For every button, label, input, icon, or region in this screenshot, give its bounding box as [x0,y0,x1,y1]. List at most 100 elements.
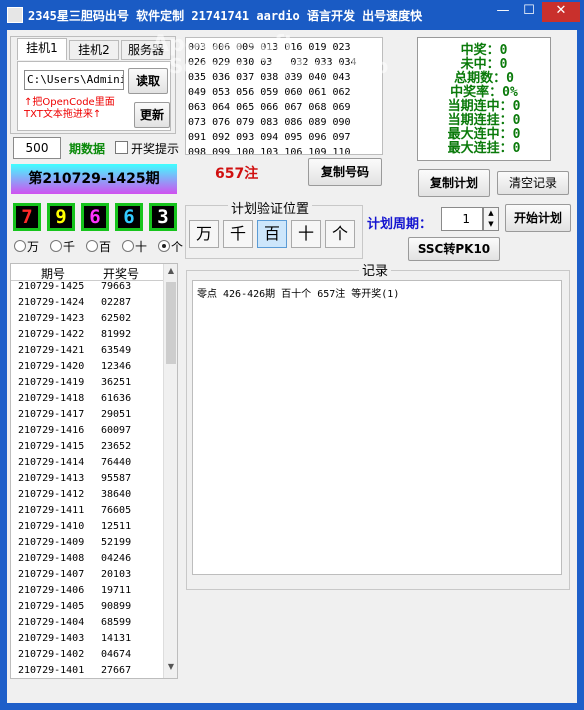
number-line: 049 053 056 059 060 061 062 [188,87,351,98]
read-button[interactable]: 读取 [128,68,168,94]
cycle-spinner[interactable]: ▲ ▼ [483,207,499,231]
history-row[interactable]: 210729-1416 60097 [11,425,161,441]
plan-position-button[interactable]: 十 [291,220,321,248]
history-row[interactable]: 210729-1410 12511 [11,521,161,537]
history-scrollbar[interactable]: ▲ ▼ [163,264,177,678]
history-number: 14131 [101,633,132,644]
number-line: 035 036 037 038 039 040 043 [188,72,351,83]
radio-label: 千 [63,240,76,254]
tab-server[interactable]: 服务器 [121,40,171,60]
maximize-button[interactable]: ☐ [516,2,542,22]
plan-position-button[interactable]: 百 [257,220,287,248]
history-row[interactable]: 210729-1419 36251 [11,377,161,393]
scroll-down-icon[interactable]: ▼ [165,662,177,674]
count-label: 657注 [215,166,259,182]
history-row[interactable]: 210729-1414 76440 [11,457,161,473]
scroll-up-icon[interactable]: ▲ [165,266,177,278]
history-row[interactable]: 210729-1403 14131 [11,633,161,649]
history-period: 210729-1414 [18,457,85,468]
history-row[interactable]: 210729-1413 95587 [11,473,161,489]
position-radio[interactable]: 百 [86,238,111,255]
draw-ball: 6 [81,203,109,231]
log-text: 零点 426-426期 百十个 657注 等开奖(1) [197,289,400,300]
number-line: 063 064 065 066 067 068 069 [188,102,351,113]
history-period: 210729-1403 [18,633,85,644]
cycle-input[interactable]: 1 [441,207,483,231]
radio-dot-icon [122,240,134,252]
radio-dot-icon [14,240,26,252]
number-line: 073 076 079 083 086 089 090 [188,117,351,128]
history-period: 210729-1424 [18,297,85,308]
path-input[interactable]: C:\Users\Adminis [24,70,124,90]
history-row[interactable]: 210729-1406 19711 [11,585,161,601]
history-period: 210729-1422 [18,329,85,340]
copy-plan-button[interactable]: 复制计划 [418,169,490,197]
header-period: 期号 [41,267,66,281]
history-period: 210729-1417 [18,409,85,420]
history-number: 02287 [101,297,132,308]
plan-position-button[interactable]: 万 [189,220,219,248]
prize-hint-checkbox[interactable] [115,141,128,154]
stat-line: 中奖率：0% [450,85,518,100]
history-row[interactable]: 210729-1420 12346 [11,361,161,377]
stat-line: 最大连中：0 [447,127,521,142]
stats-panel: 中奖：0 未中：0 总期数：0 中奖率：0% 当期连中：0 当期连挂：0 最大连中：0 最大连… [417,37,551,161]
draw-ball: 3 [149,203,177,231]
scroll-thumb[interactable] [166,282,176,364]
history-number: 27667 [101,665,132,676]
history-row[interactable]: 210729-1401 27667 [11,665,161,678]
number-line: 098 099 100 103 106 109 110 [188,147,351,155]
history-number: 12346 [101,361,132,372]
plan-position-button[interactable]: 个 [325,220,355,248]
position-radio[interactable]: 个 [158,238,183,255]
log-textarea[interactable]: 零点 426-426期 百十个 657注 等开奖(1) [192,280,562,575]
start-plan-button[interactable]: 开始计划 [505,204,571,232]
history-row[interactable]: 210729-1412 38640 [11,489,161,505]
history-row[interactable]: 210729-1421 63549 [11,345,161,361]
history-row[interactable]: 210729-1407 20103 [11,569,161,585]
plan-position-button[interactable]: 千 [223,220,253,248]
history-period: 210729-1407 [18,569,85,580]
history-row[interactable]: 210729-1417 29051 [11,409,161,425]
history-row[interactable]: 210729-1423 62502 [11,313,161,329]
history-row[interactable]: 210729-1422 81992 [11,329,161,345]
history-row[interactable]: 210729-1402 04674 [11,649,161,665]
history-number: 38640 [101,489,132,500]
history-row[interactable]: 210729-1408 04246 [11,553,161,569]
history-row[interactable]: 210729-1405 90899 [11,601,161,617]
position-radio[interactable]: 千 [50,238,75,255]
history-number: 23652 [101,441,132,452]
ssc-to-pk10-button[interactable]: SSC转PK10 [408,237,500,261]
history-period: 210729-1406 [18,585,85,596]
cycle-label: 计划周期： [367,217,433,232]
position-radio[interactable]: 十 [122,238,147,255]
history-row[interactable]: 210729-1418 61636 [11,393,161,409]
history-row[interactable]: 210729-1409 52199 [11,537,161,553]
number-list[interactable]: 003 006 009 013 016 019 023 026 029 030 0… [185,37,383,155]
history-row[interactable]: 210729-1425 79663 [11,281,161,297]
history-row[interactable]: 210729-1411 76605 [11,505,161,521]
history-row[interactable]: 210729-1404 68599 [11,617,161,633]
update-button[interactable]: 更新 [134,102,170,128]
tab-guaji1[interactable]: 挂机1 [17,38,67,60]
history-period: 210729-1416 [18,425,85,436]
history-number: 95587 [101,473,132,484]
clear-log-button[interactable]: 清空记录 [497,171,569,195]
history-table[interactable]: 期号 开奖号 210729-1425 79663 210729-1424 02287 2… [10,263,178,679]
number-line: 003 006 009 013 016 019 023 [188,42,351,53]
radio-label: 万 [27,240,40,254]
periods-input[interactable]: 500 [13,137,61,159]
history-row[interactable]: 210729-1424 02287 [11,297,161,313]
tab-guaji2[interactable]: 挂机2 [69,40,119,60]
close-button[interactable]: ✕ [542,2,580,22]
copy-numbers-button[interactable]: 复制号码 [308,158,382,186]
position-radio[interactable]: 万 [14,238,39,255]
minimize-button[interactable]: — [490,2,516,22]
history-row[interactable]: 210729-1415 23652 [11,441,161,457]
history-header: 期号 开奖号 [11,264,163,281]
history-number: 63549 [101,345,132,356]
periods-label: 期数据 [69,142,106,156]
history-number: 79663 [101,281,132,292]
history-period: 210729-1412 [18,489,85,500]
history-number: 04674 [101,649,132,660]
